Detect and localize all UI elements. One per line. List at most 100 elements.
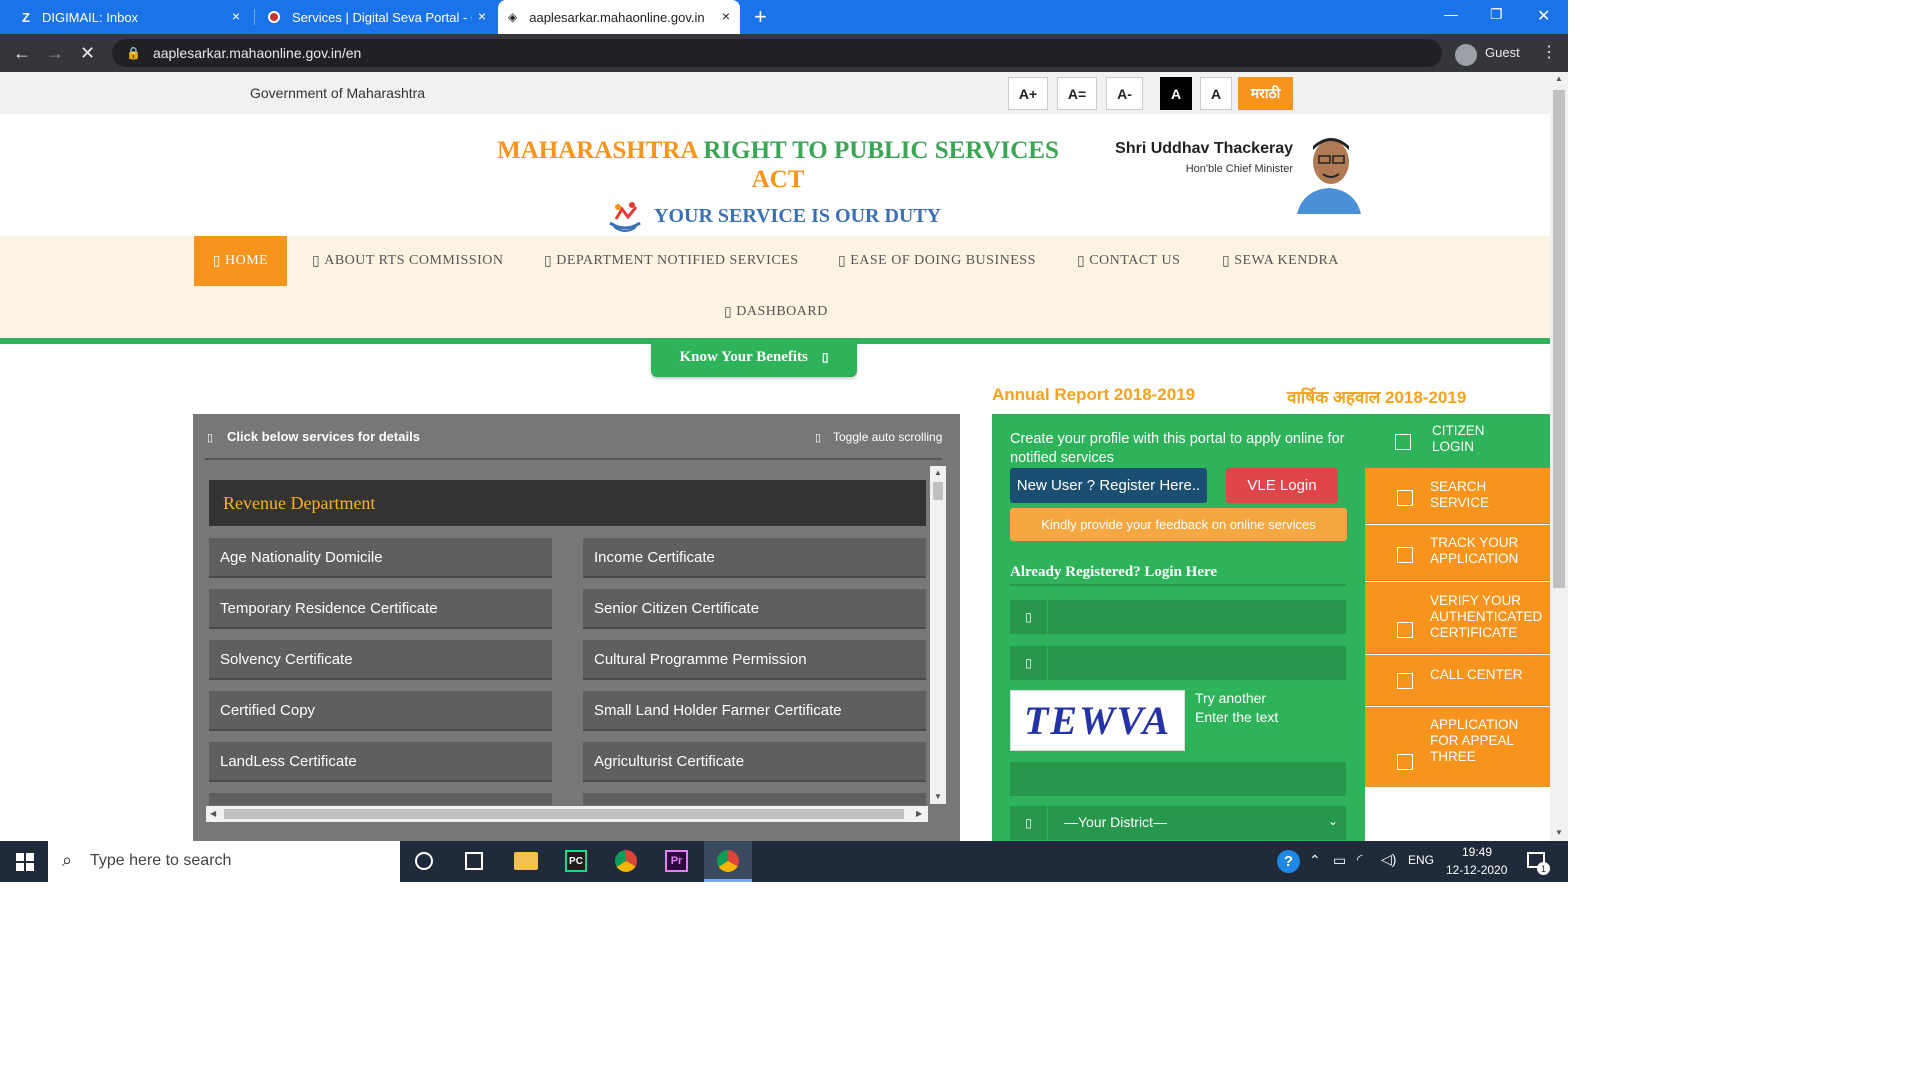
citizen-login-link[interactable]: CITIZEN LOGIN <box>1365 414 1550 468</box>
login-heading: Already Registered? Login Here <box>1010 564 1218 580</box>
services-horizontal-scrollbar[interactable]: ◀ ▶ <box>206 806 928 822</box>
font-increase-button[interactable]: A+ <box>1008 77 1048 110</box>
nav-dashboard[interactable]: ▯ DASHBOARD <box>724 287 828 337</box>
font-reset-button[interactable]: A= <box>1057 77 1097 110</box>
service-item[interactable]: Certified Copy <box>209 691 552 731</box>
font-decrease-button[interactable]: A- <box>1106 77 1143 110</box>
service-item[interactable]: Temporary Residence Certificate <box>209 589 552 629</box>
marathi-language-button[interactable]: मराठी <box>1238 77 1293 110</box>
battery-icon[interactable]: ▭ <box>1333 852 1346 869</box>
scroll-up-icon[interactable]: ▲ <box>934 468 942 477</box>
forward-icon[interactable]: → <box>46 43 64 64</box>
track-application-link[interactable]: TRACK YOUR APPLICATION <box>1365 525 1550 581</box>
captcha-input[interactable] <box>1010 762 1346 796</box>
service-item[interactable]: LandLess Certificate <box>209 742 552 782</box>
service-item[interactable]: Age Nationality Domicile <box>209 538 552 578</box>
close-icon[interactable]: × <box>478 8 486 24</box>
clock-time[interactable]: 19:49 <box>1462 845 1492 859</box>
checkbox-icon <box>1397 547 1413 563</box>
scroll-thumb[interactable] <box>224 809 904 819</box>
know-benefits-button[interactable]: Know Your Benefits ▯ <box>651 338 857 377</box>
tab-digital-seva[interactable]: Services | Digital Seva Portal - CSC × <box>258 0 496 34</box>
volume-icon[interactable]: ◁) <box>1381 851 1396 868</box>
nav-home[interactable]: ▯ HOME <box>194 236 287 286</box>
cm-photo <box>1293 128 1365 214</box>
premiere-icon[interactable]: Pr <box>665 850 688 872</box>
service-item-partial <box>209 793 552 805</box>
active-chrome-task[interactable] <box>704 841 752 882</box>
back-icon[interactable]: ← <box>13 43 31 64</box>
file-explorer-icon[interactable] <box>514 852 538 870</box>
nav-ease-of-business[interactable]: ▯ EASE OF DOING BUSINESS <box>838 236 1036 286</box>
url-field[interactable]: 🔒 aaplesarkar.mahaonline.gov.in/en <box>112 39 1442 67</box>
chrome-icon[interactable] <box>615 850 637 872</box>
windows-start-icon[interactable] <box>16 853 34 876</box>
taskbar-search-box[interactable]: ⌕ Type here to search <box>48 841 400 882</box>
verify-certificate-link[interactable]: VERIFY YOUR AUTHENTICATED CERTIFICATE <box>1365 582 1550 654</box>
profile-label[interactable]: Guest <box>1485 45 1520 60</box>
clock-date[interactable]: 12-12-2020 <box>1446 863 1507 877</box>
annual-report-mr-link[interactable]: वार्षिक अहवाल 2018-2019 <box>1287 385 1466 408</box>
services-vertical-scrollbar[interactable]: ▲ ▼ <box>930 466 946 804</box>
toggle-icon[interactable]: ▯ <box>815 431 821 444</box>
panel-edge <box>1358 414 1365 844</box>
register-button[interactable]: New User ? Register Here.. <box>1010 468 1207 503</box>
new-tab-button[interactable]: + <box>754 4 767 30</box>
close-icon[interactable]: × <box>722 8 730 24</box>
pycharm-icon[interactable]: PC <box>565 850 587 872</box>
help-icon[interactable]: ? <box>1277 850 1300 873</box>
page-scrollbar[interactable]: ▲ ▼ <box>1550 72 1568 841</box>
title-rts: RIGHT TO PUBLIC SERVICES <box>703 137 1059 164</box>
avatar[interactable] <box>1455 44 1477 66</box>
service-item[interactable]: Agriculturist Certificate <box>583 742 926 782</box>
nav-department-services[interactable]: ▯ DEPARTMENT NOTIFIED SERVICES <box>544 236 799 286</box>
scroll-down-icon[interactable]: ▼ <box>1555 828 1563 837</box>
tab-digimail[interactable]: Z DIGIMAIL: Inbox × <box>12 0 250 34</box>
scroll-thumb[interactable] <box>1553 90 1565 588</box>
service-item[interactable]: Solvency Certificate <box>209 640 552 680</box>
network-icon[interactable]: ◜ <box>1357 851 1362 868</box>
password-field[interactable]: ▯ <box>1010 646 1346 680</box>
cortana-icon[interactable] <box>415 852 433 870</box>
scroll-down-icon[interactable]: ▼ <box>934 792 942 801</box>
annual-report-en-link[interactable]: Annual Report 2018-2019 <box>992 385 1195 405</box>
service-item[interactable]: Income Certificate <box>583 538 926 578</box>
service-item[interactable]: Senior Citizen Certificate <box>583 589 926 629</box>
try-another-link[interactable]: Try another <box>1195 690 1266 706</box>
feedback-link[interactable]: Kindly provide your feedback on online s… <box>1010 508 1347 541</box>
scroll-thumb[interactable] <box>933 482 943 500</box>
task-view-icon[interactable] <box>465 852 483 870</box>
chevron-up-icon[interactable]: ⌃ <box>1309 852 1321 869</box>
service-item[interactable]: Cultural Programme Permission <box>583 640 926 680</box>
toggle-autoscroll-link[interactable]: Toggle auto scrolling <box>833 430 942 444</box>
scroll-up-icon[interactable]: ▲ <box>1555 74 1563 83</box>
minimize-button[interactable]: — <box>1444 6 1458 22</box>
close-icon[interactable]: × <box>232 8 240 24</box>
light-contrast-button[interactable]: A <box>1200 77 1232 110</box>
district-select[interactable]: ▯ —Your District— ⌄ <box>1010 806 1346 840</box>
maximize-button[interactable]: ❐ <box>1490 6 1503 23</box>
username-field[interactable]: ▯ <box>1010 600 1346 634</box>
menu-label: CALL CENTER <box>1430 667 1523 682</box>
window-close-button[interactable]: ✕ <box>1537 6 1550 26</box>
service-item[interactable]: Small Land Holder Farmer Certificate <box>583 691 926 731</box>
nav-contact-us[interactable]: ▯ CONTACT US <box>1077 236 1180 286</box>
nav-sewa-kendra[interactable]: ▯ SEWA KENDRA <box>1222 236 1339 286</box>
menu-dots-icon[interactable]: ⋮ <box>1541 42 1557 62</box>
nav-label: SEWA KENDRA <box>1234 253 1339 268</box>
tab-aaplesarkar[interactable]: ◈ aaplesarkar.mahaonline.gov.in × <box>498 0 740 34</box>
url-text: aaplesarkar.mahaonline.gov.in/en <box>152 45 362 61</box>
dark-contrast-button[interactable]: A <box>1160 77 1192 110</box>
scroll-left-icon[interactable]: ◀ <box>210 809 216 818</box>
language-indicator[interactable]: ENG <box>1408 853 1434 867</box>
nav-label: EASE OF DOING BUSINESS <box>850 253 1036 268</box>
search-service-link[interactable]: SEARCH SERVICE <box>1365 468 1550 524</box>
tab-label: Services | Digital Seva Portal - CSC <box>292 9 472 25</box>
nav-about-rts[interactable]: ▯ ABOUT RTS COMMISSION <box>312 236 503 286</box>
location-icon: ▯ <box>1010 806 1048 840</box>
scroll-right-icon[interactable]: ▶ <box>916 809 922 818</box>
call-center-link[interactable]: CALL CENTER <box>1365 655 1550 706</box>
stop-icon[interactable]: ✕ <box>80 43 95 64</box>
vle-login-button[interactable]: VLE Login <box>1226 468 1338 503</box>
appeal-three-link[interactable]: APPLICATION FOR APPEAL THREE <box>1365 707 1550 787</box>
